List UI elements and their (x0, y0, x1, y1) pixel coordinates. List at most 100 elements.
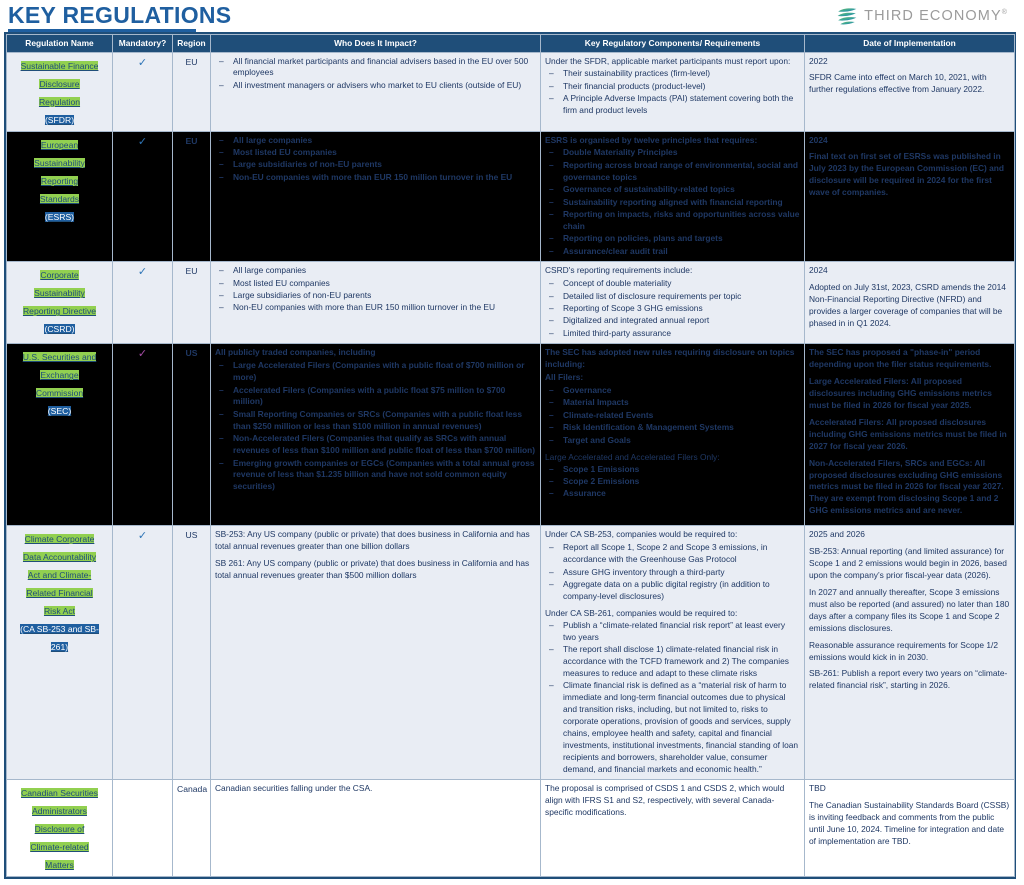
cell-date-of-implementation: 2024 Adopted on July 31st, 2023, CSRD ame… (804, 261, 1015, 345)
regulation-name-link[interactable]: U.S. Securities and Exchange Commission (SE… (22, 352, 97, 417)
implementation-note: Non-Accelerated Filers, SRCs and EGCs: A… (809, 457, 1004, 516)
table-header: Regulation Name Mandatory? Region Who Do… (6, 34, 1015, 53)
cell-regulation-name: European Sustainability Reporting Standards… (6, 130, 113, 263)
implementation-year: TBD (809, 783, 826, 794)
implementation-note: Adopted on July 31st, 2023, CSRD amends … (809, 282, 1006, 328)
bullet-item: Assurance (545, 488, 800, 500)
bullet-list: All large companiesMost listed EU compan… (215, 135, 536, 184)
cell-mandatory: ✓ (112, 51, 173, 132)
bullet-item: Digitalized and integrated annual report (545, 315, 800, 327)
brand-logo-text: THIRD ECONOMY® (864, 8, 1008, 24)
regulation-name-link[interactable]: Corporate Sustainability Reporting Directi… (22, 270, 97, 335)
bullet-list: Double Materiality PrinciplesReporting a… (545, 147, 800, 257)
cell-region: US (172, 525, 211, 781)
implementation-note: SFDR Came into effect on March 10, 2021,… (809, 72, 987, 95)
cell-date-of-implementation: The SEC has proposed a "phase-in" period… (804, 343, 1015, 527)
key-regulations-table: Regulation Name Mandatory? Region Who Do… (6, 34, 1015, 878)
implementation-note: Large Accelerated Filers: All proposed d… (809, 376, 992, 410)
bullet-item: Double Materiality Principles (545, 147, 800, 159)
bullet-list: Large Accelerated Filers (Companies with… (215, 360, 536, 493)
bullet-item: Most listed EU companies (215, 278, 536, 290)
bullet-item: Report all Scope 1, Scope 2 and Scope 3 … (545, 542, 800, 566)
bullet-item: Reporting on policies, plans and targets (545, 233, 800, 245)
table-row: Canadian Securities Administrators Disclos… (6, 779, 1015, 878)
mandatory-check-icon: ✓ (137, 530, 148, 543)
regulation-name-line: Act and Climate- (27, 570, 92, 581)
cell-impact: SB-253: Any US company (public or privat… (210, 525, 541, 781)
bullet-item: Most listed EU companies (215, 147, 536, 159)
cell-requirements: CSRD's reporting requirements include: Co… (540, 261, 805, 345)
bullet-item: A Principle Adverse Impacts (PAI) statem… (545, 93, 800, 117)
column-header-date-implementation: Date of Implementation (804, 34, 1015, 53)
bullet-item: Scope 1 Emissions (545, 464, 800, 476)
regulation-name-line: Sustainability (34, 157, 85, 168)
bullet-item: All financial market participants and fi… (215, 56, 536, 80)
bullet-item: Reporting of Scope 3 GHG emissions (545, 303, 800, 315)
bullet-item: All large companies (215, 135, 536, 147)
cell-region: EU (172, 130, 211, 263)
impact-paragraph: SB-253: Any US company (public or privat… (215, 529, 530, 552)
page-header: KEY REGULATIONS THIRD ECONOMY® (0, 0, 1024, 32)
implementation-note: SB-253: Annual reporting (and limited as… (809, 546, 1007, 580)
regulation-name-line: (CSRD) (44, 324, 75, 335)
table-body: Sustainable Finance Disclosure Regulation (… (6, 51, 1015, 878)
column-header-key-requirements: Key Regulatory Components/ Requirements (540, 34, 805, 53)
regulation-name-line: (CA SB-253 and SB- (20, 624, 99, 635)
regulation-name-line: Regulation (38, 96, 81, 107)
bullet-item: Assure GHG inventory through a third-par… (545, 567, 800, 579)
regulation-name-link[interactable]: Climate Corporate Data Accountability Act … (20, 534, 99, 653)
bullet-item: Large subsidiaries of non-EU parents (215, 159, 536, 171)
cell-impact: Canadian securities falling under the CS… (210, 779, 541, 878)
cell-regulation-name: Corporate Sustainability Reporting Directi… (6, 261, 113, 345)
regulation-name-line: Related Financial (26, 588, 93, 599)
implementation-note: Final text on first set of ESRSs was pub… (809, 151, 1004, 198)
cell-mandatory: ✓ (112, 261, 173, 345)
regulation-name-line: Matters (45, 860, 74, 871)
mandatory-check-icon: ✓ (137, 56, 148, 69)
bullet-item: Sustainability reporting aligned with fi… (545, 197, 800, 209)
regulation-name-link[interactable]: Sustainable Finance Disclosure Regulation (… (20, 60, 99, 125)
bullet-list: Concept of double materialityDetailed li… (545, 278, 800, 340)
table-row: European Sustainability Reporting Standards… (6, 130, 1015, 263)
bullet-item: Concept of double materiality (545, 278, 800, 290)
bullet-item: Publish a “climate-related financial ris… (545, 620, 800, 644)
cell-region: EU (172, 261, 211, 345)
regulation-name-line: Disclosure of (34, 824, 85, 835)
implementation-note: Accelerated Filers: All proposed disclos… (809, 416, 1007, 451)
regulation-name-line: Canadian Securities (21, 788, 98, 799)
trademark-symbol: ® (1001, 9, 1008, 17)
regulation-name-link[interactable]: European Sustainability Reporting Standards… (34, 139, 85, 222)
bullet-list: Report all Scope 1, Scope 2 and Scope 3 … (545, 542, 800, 603)
regulation-name-line: Exchange (40, 370, 79, 381)
bullet-item: Their financial products (product-level) (545, 81, 800, 93)
bullet-item: Governance (545, 385, 800, 397)
impact-paragraph: Canadian securities falling under the CS… (215, 783, 373, 794)
regulation-name-link[interactable]: Canadian Securities Administrators Disclos… (21, 788, 98, 871)
bullet-item: Risk Identification & Management Systems (545, 422, 800, 434)
bullet-list: Scope 1 EmissionsScope 2 EmissionsAssura… (545, 464, 800, 501)
cell-regulation-name: Canadian Securities Administrators Disclos… (6, 779, 113, 878)
cell-mandatory: ✓ (112, 130, 173, 263)
bullet-list: Publish a “climate-related financial ris… (545, 620, 800, 776)
bullet-list: All financial market participants and fi… (215, 56, 536, 92)
requirements-lead: Under the SFDR, applicable market partic… (545, 55, 791, 66)
bottom-strip (0, 879, 1024, 885)
requirements-lead: Under CA SB-261, companies would be requ… (545, 607, 738, 618)
bullet-item: Accelerated Filers (Companies with a pub… (215, 385, 536, 409)
cell-requirements: The proposal is comprised of CSDS 1 and … (540, 779, 805, 878)
impact-lead: All publicly traded companies, including (215, 347, 376, 358)
bullet-item: Non-Accelerated Filers (Companies that q… (215, 433, 536, 457)
regulation-name-line: Administrators (32, 806, 87, 817)
regulation-name-line: Standards (39, 193, 80, 204)
cell-impact: All large companiesMost listed EU compan… (210, 130, 541, 263)
table-header-row: Regulation Name Mandatory? Region Who Do… (6, 34, 1015, 53)
regulation-name-line: (ESRS) (44, 211, 75, 222)
cell-date-of-implementation: 2025 and 2026 SB-253: Annual reporting (a… (804, 525, 1015, 781)
bullet-item: Assurance/clear audit trail (545, 246, 800, 258)
requirements-lead: ESRS is organised by twelve principles t… (545, 134, 758, 145)
table-row: U.S. Securities and Exchange Commission (SE… (6, 343, 1015, 527)
bullet-item: Detailed list of disclosure requirements… (545, 291, 800, 303)
cell-impact: All financial market participants and fi… (210, 51, 541, 132)
bullet-item: Reporting on impacts, risks and opportun… (545, 209, 800, 233)
cell-requirements: Under CA SB-253, companies would be requ… (540, 525, 805, 781)
